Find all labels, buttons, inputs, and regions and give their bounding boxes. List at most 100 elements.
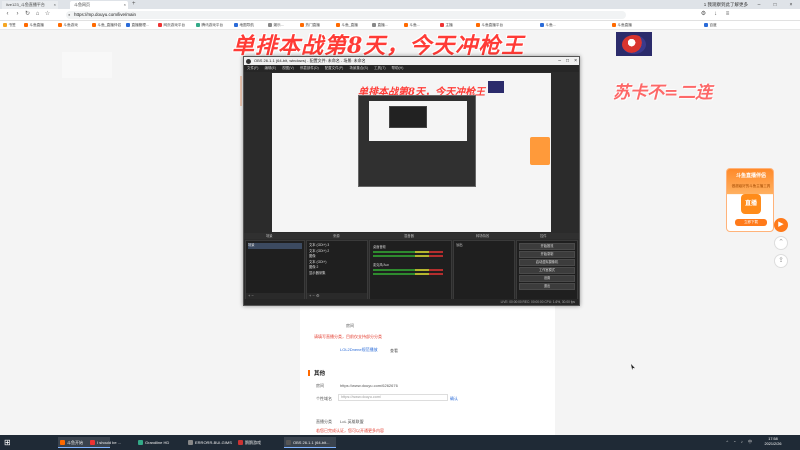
audio-meter	[373, 269, 443, 271]
taskbar-item[interactable]: 鹅鹅游戏	[236, 437, 282, 448]
taskbar-item[interactable]: I should be ...	[88, 437, 140, 448]
taskbar-item[interactable]: Grandline HD	[136, 437, 186, 448]
settings-card	[300, 305, 555, 435]
close-icon[interactable]: ×	[54, 2, 56, 8]
remove-icon[interactable]: −	[251, 293, 253, 298]
obs-window-controls: – □ ×	[558, 57, 577, 65]
webcam-overlay	[616, 32, 652, 56]
confirm-link[interactable]: 确认	[450, 396, 458, 402]
share-icon[interactable]: ⇪	[774, 254, 788, 268]
bookmark-item[interactable]: 书签	[3, 22, 16, 29]
remove-icon[interactable]: −	[312, 293, 314, 298]
taskbar: ⊞ 斗鱼开始 I should be ... Grandline HD ERRO…	[0, 435, 800, 450]
refresh-icon[interactable]: ↻	[24, 11, 31, 18]
bookmark-item[interactable]: 直播管理...	[126, 22, 149, 29]
exit-button[interactable]: 退出	[519, 283, 575, 290]
top-icon[interactable]: ⌃	[774, 236, 788, 250]
close-icon[interactable]: ×	[124, 2, 126, 8]
preview-webcam	[488, 81, 504, 93]
bookmark-item[interactable]: 斗鱼游戏	[58, 22, 78, 29]
add-icon[interactable]: +	[309, 293, 311, 298]
app-icon	[60, 440, 65, 445]
settings-icon[interactable]: ⚙	[316, 293, 320, 298]
menu-view[interactable]: 视图(V)	[282, 65, 294, 72]
mixer-channel-label: 桌面音频	[373, 245, 386, 249]
address-bar: ‹ › ↻ ⌂ ☆ ● https://mp.douyu.com/live/ma…	[0, 9, 800, 21]
bookmark-icon	[404, 22, 408, 27]
add-icon[interactable]: +	[248, 293, 250, 298]
minimize-icon[interactable]: –	[558, 57, 561, 65]
mascot-image	[622, 35, 646, 54]
download-button[interactable]: 立即下载	[735, 219, 767, 226]
audio-meter	[373, 273, 443, 275]
minimize-icon[interactable]: –	[754, 2, 764, 8]
dock-label-sources: 来源	[333, 234, 340, 238]
windows-start-icon[interactable]: ⊞	[4, 438, 13, 447]
browser-tab-active[interactable]: 斗鱼网页 ×	[70, 1, 128, 9]
url-text: https://mp.douyu.com/live/main	[74, 12, 137, 17]
menu-profile[interactable]: 配置文件(P)	[325, 65, 344, 72]
dock-label-controls: 控件	[540, 234, 547, 238]
extensions-icon[interactable]: ⚙	[700, 11, 707, 18]
audio-meter	[373, 251, 443, 253]
start-recording-button[interactable]: 开始录制	[519, 251, 575, 258]
home-icon[interactable]: ⌂	[34, 11, 41, 18]
menu-help[interactable]: 帮助(H)	[392, 65, 404, 72]
back-icon[interactable]: ‹	[4, 11, 11, 18]
tab-label: 斗鱼网页	[74, 2, 90, 7]
bookmark-item[interactable]: 斗鱼直播	[612, 22, 632, 29]
bookmark-icon	[704, 22, 708, 27]
transition-select[interactable]: 淡出	[456, 243, 512, 249]
studio-mode-button[interactable]: 工作室模式	[519, 267, 575, 274]
domain-input[interactable]: https://www.douyu.com/	[338, 394, 448, 401]
download-icon[interactable]: ↓	[712, 11, 719, 18]
bookmark-icon	[92, 22, 96, 27]
menu-docks[interactable]: 停靠部件(D)	[300, 65, 319, 72]
menu-tools[interactable]: 工具(T)	[374, 65, 385, 72]
bookmark-item[interactable]: 斗鱼直播	[24, 22, 44, 29]
maximize-icon[interactable]: □	[566, 57, 569, 65]
view-link[interactable]: 查看	[390, 348, 398, 354]
settings-button[interactable]: 设置	[519, 275, 575, 282]
close-icon[interactable]: ×	[574, 57, 577, 65]
play-icon[interactable]: ▶	[774, 218, 788, 232]
source-item[interactable]: 显示器采集	[309, 271, 365, 277]
url-input[interactable]: ● https://mp.douyu.com/live/main	[66, 11, 626, 19]
bookmark-item[interactable]: 斗鱼_直播伴侣	[92, 22, 121, 29]
menu-scene-collection[interactable]: 场景集合(S)	[349, 65, 368, 72]
bookmark-item[interactable]: 腾讯游戏平台	[196, 22, 223, 29]
scenes-list: 场景	[248, 243, 302, 249]
taskbar-item[interactable]: OBS 26.1.1 (64-bit...	[284, 437, 336, 448]
favorite-icon[interactable]: ☆	[44, 11, 51, 18]
system-tray-icons[interactable]: ^ ◔ ♪ 中	[726, 439, 754, 445]
bookmark-icon	[126, 22, 130, 27]
clock[interactable]: 17:58 2021/2/26	[758, 437, 788, 447]
virtual-camera-button[interactable]: 启动虚拟摄像机	[519, 259, 575, 266]
new-tab-button[interactable]: +	[132, 1, 136, 7]
close-window-icon[interactable]: ×	[786, 2, 796, 8]
maximize-icon[interactable]: □	[770, 2, 780, 8]
field-label: 房间	[316, 383, 324, 388]
bookmark-icon	[24, 22, 28, 27]
bookmark-icon	[300, 22, 304, 27]
bookmark-item[interactable]: 斗鱼...	[540, 22, 556, 29]
bookmark-icon	[58, 22, 62, 27]
category-note: 请填写直播分类，目前仅支持部分分类	[314, 334, 382, 339]
bookmark-item[interactable]: 网页游戏平台	[158, 22, 185, 29]
stream-overlay-subtitle: 苏卡不=二连	[613, 83, 713, 103]
promo-widget[interactable]: 斗鱼直播伴侣 做超级好的斗鱼主播工具 直播 立即下载	[726, 168, 774, 232]
menu-icon[interactable]: ≡	[724, 11, 731, 18]
browser-tab[interactable]: live123_斗鱼直播平台 ×	[2, 1, 58, 9]
bookmark-icon	[372, 22, 376, 27]
taskbar-item[interactable]: ERRORR-BUI-GIMS	[186, 437, 236, 448]
obs-preview[interactable]: 单排本战第8天，今天冲枪王	[272, 73, 551, 232]
scene-item[interactable]: 场景	[248, 243, 302, 249]
bookmark-item[interactable]: 百度	[704, 22, 717, 29]
menu-file[interactable]: 文件(F)	[247, 65, 258, 72]
rule-link[interactable]: LOL2Dnene规范播放	[340, 347, 378, 353]
field-label: 个性域名	[316, 396, 332, 401]
forward-icon[interactable]: ›	[14, 11, 21, 18]
start-streaming-button[interactable]: 开始推流	[519, 243, 575, 250]
menu-edit[interactable]: 编辑(E)	[264, 65, 276, 72]
section-marker	[308, 370, 310, 376]
